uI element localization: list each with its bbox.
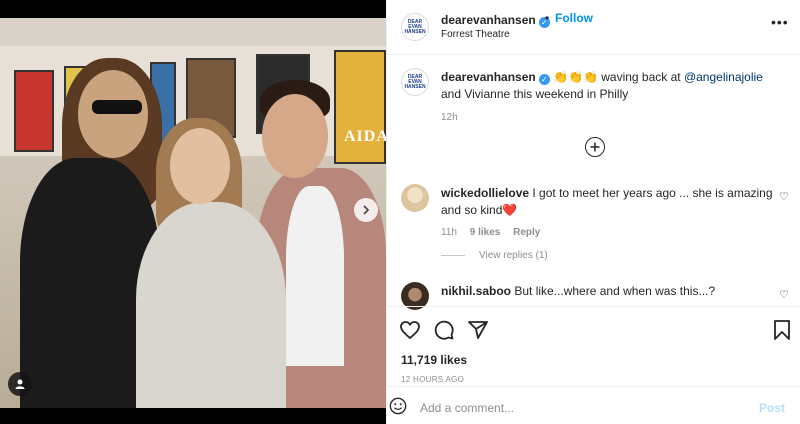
like-button[interactable] bbox=[399, 319, 421, 341]
poster-aida-text: AIDA bbox=[344, 128, 386, 145]
load-more-comments-button[interactable] bbox=[585, 137, 605, 157]
comment-likes[interactable]: 9 likes bbox=[470, 227, 501, 238]
comment: nikhil.saboo But like...where and when w… bbox=[441, 283, 775, 300]
poster bbox=[14, 70, 54, 152]
post-photo[interactable]: AIDA bbox=[0, 18, 386, 408]
comment-avatar[interactable] bbox=[401, 184, 429, 212]
next-photo-button[interactable] bbox=[354, 198, 378, 222]
sunglasses bbox=[92, 100, 142, 114]
save-button[interactable] bbox=[771, 319, 793, 341]
dear-evan-hansen-logo: DEAR EVAN HANSEN bbox=[404, 73, 426, 90]
caption-text: waving back at bbox=[597, 70, 684, 84]
post-header: DEAR EVAN HANSEN dearevanhansen ✓ • Follo… bbox=[387, 0, 800, 55]
share-button[interactable] bbox=[467, 319, 489, 341]
chevron-right-icon bbox=[363, 205, 370, 215]
comment: wickedollielove I got to meet her years … bbox=[441, 185, 775, 241]
plus-circle-icon bbox=[590, 142, 600, 152]
clap-emojis: 👏👏👏 bbox=[553, 70, 598, 84]
mention-link[interactable]: @angelinajolie bbox=[684, 70, 763, 84]
comment-button[interactable] bbox=[433, 319, 455, 341]
dear-evan-hansen-logo: DEAR EVAN HANSEN bbox=[404, 18, 426, 35]
user-icon bbox=[15, 379, 25, 389]
follow-button[interactable]: Follow bbox=[555, 11, 593, 25]
verified-badge-icon: ✓ bbox=[538, 74, 550, 85]
add-comment-row: Add a comment... Post bbox=[387, 386, 800, 424]
separator-dot: • bbox=[545, 11, 550, 25]
more-options-icon[interactable]: ••• bbox=[771, 14, 789, 30]
girl-figure bbox=[136, 202, 286, 408]
like-comment-heart-icon[interactable]: ♡ bbox=[779, 190, 789, 203]
heart-icon bbox=[400, 321, 420, 339]
post-timestamp[interactable]: 12 HOURS AGO bbox=[401, 375, 464, 384]
comment-text: But like...where and when was this...? bbox=[511, 284, 716, 298]
location-link[interactable]: Forrest Theatre bbox=[441, 29, 510, 40]
post-photo-pane: AIDA bbox=[0, 0, 386, 424]
poster-aida bbox=[334, 50, 386, 164]
comment-meta: 11h 9 likes Reply bbox=[441, 224, 775, 241]
likes-count[interactable]: 11,719 likes bbox=[401, 353, 467, 367]
woman-face bbox=[78, 70, 148, 158]
post-caption: dearevanhansen ✓ 👏👏👏 waving back at @ange… bbox=[441, 69, 785, 126]
tagged-users-button[interactable] bbox=[8, 372, 32, 396]
girl-face bbox=[170, 128, 230, 204]
comment-username[interactable]: wickedollielove bbox=[441, 186, 529, 200]
view-replies-button[interactable]: View replies (1) bbox=[441, 250, 548, 261]
man-tshirt bbox=[286, 186, 344, 366]
like-comment-heart-icon[interactable]: ♡ bbox=[779, 288, 789, 301]
caption-avatar[interactable]: DEAR EVAN HANSEN bbox=[401, 68, 429, 96]
account-avatar[interactable]: DEAR EVAN HANSEN bbox=[401, 13, 429, 41]
replies-divider bbox=[441, 255, 465, 256]
account-name-row: dearevanhansen ✓ bbox=[441, 11, 550, 29]
account-username[interactable]: dearevanhansen bbox=[441, 13, 536, 27]
comment-bubble-icon bbox=[434, 320, 454, 340]
emoji-icon[interactable] bbox=[389, 397, 407, 415]
caption-username[interactable]: dearevanhansen bbox=[441, 70, 536, 84]
heart-emoji: ❤️ bbox=[502, 203, 518, 217]
man-face bbox=[262, 94, 328, 178]
paper-plane-icon bbox=[468, 321, 488, 339]
bookmark-icon bbox=[774, 320, 790, 340]
comment-username[interactable]: nikhil.saboo bbox=[441, 284, 511, 298]
reply-button[interactable]: Reply bbox=[513, 227, 540, 238]
comment-time: 11h bbox=[441, 227, 457, 238]
post-comment-button[interactable]: Post bbox=[759, 401, 785, 415]
caption-text-end: and Vivianne this weekend in Philly bbox=[441, 87, 629, 101]
add-comment-input[interactable]: Add a comment... bbox=[420, 401, 514, 415]
caption-time: 12h bbox=[441, 112, 458, 123]
instagram-post-modal: AIDA DEAR EVAN HANSEN dearevanhansen ✓ •… bbox=[0, 0, 800, 424]
post-sidebar: DEAR EVAN HANSEN dearevanhansen ✓ • Follo… bbox=[386, 0, 800, 424]
view-replies-label: View replies (1) bbox=[479, 250, 548, 261]
